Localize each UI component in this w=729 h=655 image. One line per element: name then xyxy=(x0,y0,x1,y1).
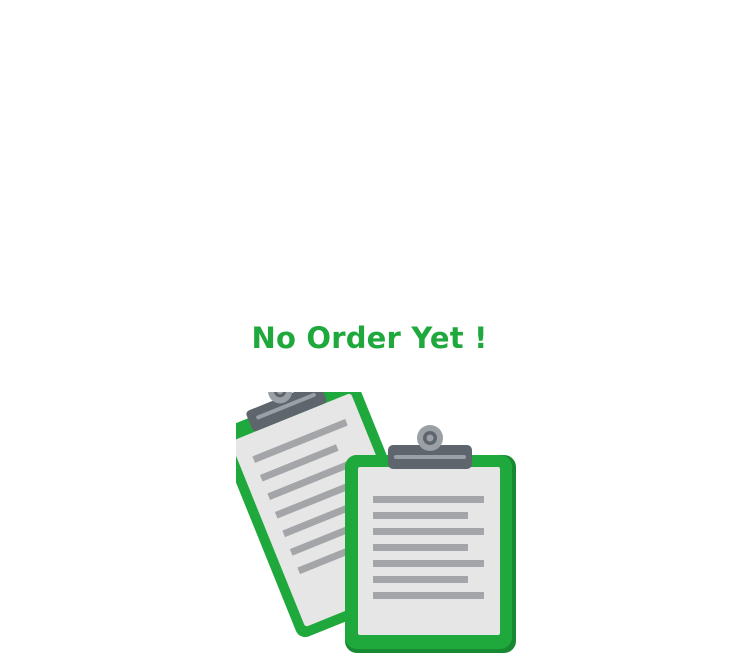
clipboards-icon xyxy=(236,392,516,653)
front-clipboard-icon xyxy=(345,425,516,653)
empty-state-title: No Order Yet ! xyxy=(251,321,488,355)
empty-orders-page: No Order Yet ! xyxy=(0,0,729,655)
